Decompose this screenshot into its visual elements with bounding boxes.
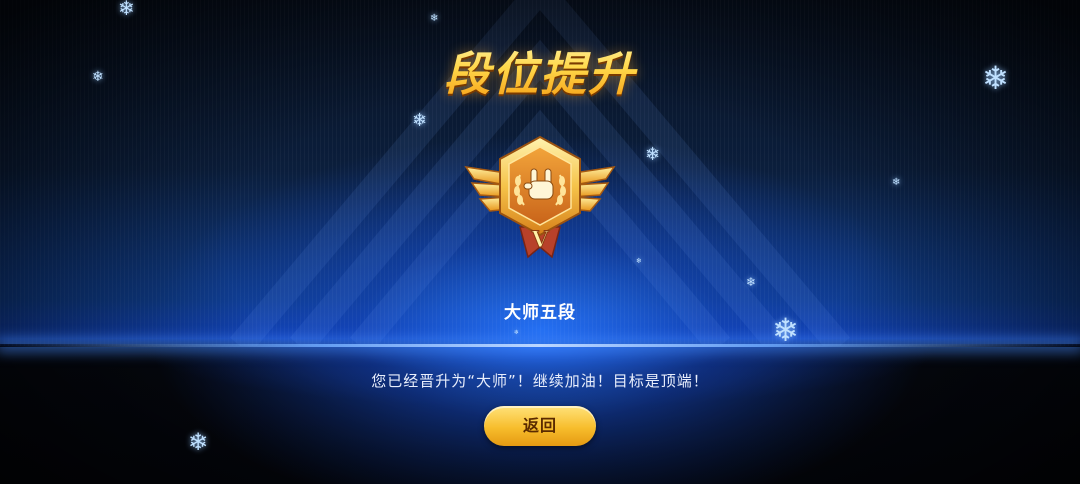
- snowflake-icon: ❄: [412, 110, 428, 131]
- snowflake-icon: ❄: [430, 13, 439, 24]
- snowflake-icon: ❄: [118, 0, 135, 20]
- snowflake-icon: ❄: [188, 428, 209, 456]
- stage-horizon-line: [0, 344, 1080, 347]
- snowflake-icon: ❄: [892, 177, 901, 188]
- tier-numeral: V: [530, 227, 549, 253]
- snowflake-icon: ❄: [746, 275, 757, 289]
- rank-badge-icon: V: [464, 135, 616, 259]
- snowflake-icon: ❄: [636, 257, 642, 265]
- back-button[interactable]: 返回: [484, 406, 596, 446]
- snowflake-icon: ❄: [982, 59, 1009, 97]
- promotion-message: 您已经晋升为“大师”！继续加油！目标是顶端！: [371, 372, 709, 390]
- snowflake-icon: ❄: [92, 69, 104, 85]
- snowflake-icon: ❄: [514, 329, 520, 336]
- snowflake-icon: ❄: [645, 144, 661, 165]
- snowflake-icon: ❄: [772, 311, 799, 349]
- rank-name: 大师五段: [504, 303, 576, 323]
- page-title: 段位提升: [340, 38, 740, 104]
- rank-up-screen: 段位提升 V 大师五段 您已经晋升为“大师”！继续加油！目标是顶端！ 返回 ❄ …: [0, 0, 1080, 484]
